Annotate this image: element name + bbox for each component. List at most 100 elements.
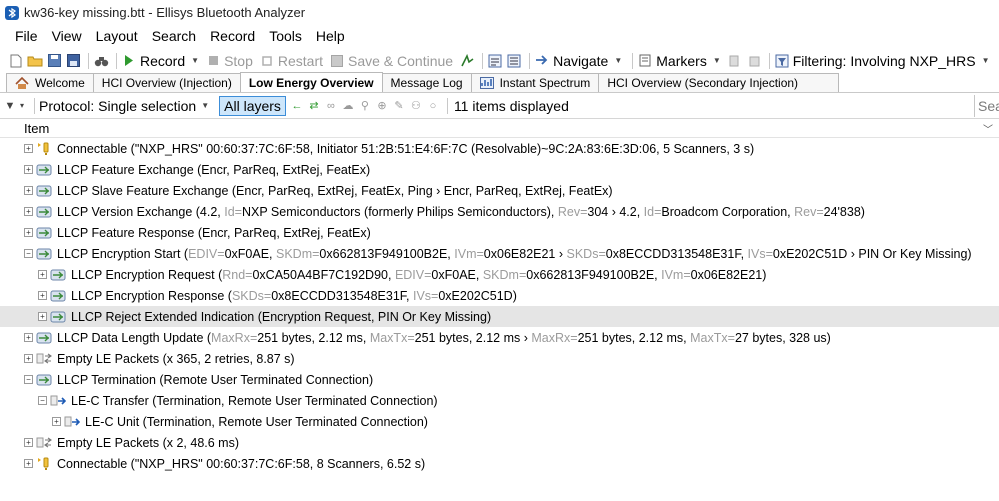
filter-icon[interactable] [774,53,790,69]
home-icon [15,76,29,90]
navigate-icon[interactable] [534,53,550,69]
tree-row[interactable]: + LLCP Feature Exchange (Encr, ParReq, Ex… [0,159,999,180]
restart-button[interactable]: Restart [278,53,323,69]
field-name: SKDm= [482,267,527,282]
tab-low-energy-overview[interactable]: Low Energy Overview [239,72,383,92]
tree-row[interactable]: + LLCP Version Exchange (4.2, Id=NXP Semi… [0,201,999,222]
chevron-down-icon[interactable]: ﹀ [983,121,993,136]
stop-icon[interactable] [205,53,221,69]
tree-row[interactable]: + LLCP Reject Extended Indication (Encryp… [0,306,999,327]
markers-dropdown-caret[interactable]: ▼ [713,56,721,65]
funnel-icon[interactable]: ▼ [3,99,17,113]
tree-row[interactable]: + LLCP Encryption Request (Rnd=0xCA50A4BF… [0,264,999,285]
save-icon[interactable] [46,53,62,69]
tree-row[interactable]: − LE-C Transfer (Termination, Remote User… [0,390,999,411]
row-text: NXP Semiconductors (formerly Philips Sem… [241,204,558,219]
tree-row[interactable]: + LLCP Slave Feature Exchange (Encr, ParR… [0,180,999,201]
tree-row[interactable]: + Empty LE Packets (x 365, 2 retries, 8.8… [0,348,999,369]
back-arrow-icon[interactable]: ← [290,99,304,113]
collapse-toggle-icon[interactable]: − [24,375,33,384]
menu-record[interactable]: Record [203,25,262,48]
key-icon[interactable]: ⚲ [358,99,372,113]
search-input[interactable]: Sea [974,95,999,117]
expand-toggle-icon[interactable]: + [38,270,47,279]
decode-alt-icon[interactable] [506,53,522,69]
new-file-icon[interactable] [8,53,24,69]
tree-row[interactable]: + Connectable ("NXP_HRS" 00:60:37:7C:6F:5… [0,138,999,159]
restart-icon[interactable] [259,53,275,69]
tree-row[interactable]: + LLCP Feature Response (Encr, ParReq, Ex… [0,222,999,243]
markers-icon[interactable] [637,53,653,69]
tab-hci-overview-secondary-injection[interactable]: HCI Overview (Secondary Injection) [598,73,840,92]
markers-button[interactable]: Markers [656,53,707,69]
tree-row[interactable]: + LE-C Unit (Termination, Remote User Ter… [0,411,999,432]
row-text: 0x8ECCDD313548E31F, [605,246,748,261]
all-layers-button[interactable]: All layers [219,95,286,116]
menu-help[interactable]: Help [309,25,352,48]
navigate-dropdown-caret[interactable]: ▼ [614,56,622,65]
swap-arrows-icon[interactable]: ⇄ [307,99,321,113]
tree-row[interactable]: + LLCP Data Length Update (MaxRx=251 byte… [0,327,999,348]
cloud-icon[interactable]: ☁ [341,99,355,113]
funnel-dropdown-caret[interactable]: ▾ [20,101,24,110]
record-dropdown-caret[interactable]: ▼ [191,56,199,65]
tree-row[interactable]: − LLCP Encryption Start (EDIV=0xF0AE, SKD… [0,243,999,264]
menu-tools[interactable]: Tools [262,25,309,48]
menu-search[interactable]: Search [145,25,203,48]
filter-separator [446,97,448,114]
row-text: 27 bytes, 328 us) [734,330,831,345]
decode-icon[interactable] [487,53,503,69]
collapse-toggle-icon[interactable]: − [24,249,33,258]
stop-button[interactable]: Stop [224,53,253,69]
llcp-message-icon [49,268,66,282]
menu-layout[interactable]: Layout [89,25,145,48]
protocol-dropdown-caret[interactable]: ▼ [201,101,209,110]
expand-toggle-icon[interactable]: + [24,459,33,468]
open-folder-icon[interactable] [27,53,43,69]
tree-row[interactable]: + LLCP Encryption Response (SKDs=0x8ECCDD… [0,285,999,306]
field-name: IVs= [412,288,439,303]
expand-toggle-icon[interactable]: + [24,186,33,195]
filtering-dropdown-caret[interactable]: ▼ [982,56,990,65]
tree-row[interactable]: − LLCP Termination (Remote User Terminate… [0,369,999,390]
people-icon[interactable]: ⚇ [409,99,423,113]
follow-icon[interactable] [459,53,475,69]
menu-view[interactable]: View [45,25,89,48]
expand-toggle-icon[interactable]: + [38,291,47,300]
marker-next-icon[interactable] [746,53,762,69]
lock-icon[interactable]: ⊕ [375,99,389,113]
column-header-item[interactable]: Item ﹀ [0,119,999,138]
filtering-button[interactable]: Filtering: Involving NXP_HRS [793,53,976,69]
tree-row[interactable]: + Empty LE Packets (x 2, 48.6 ms) [0,432,999,453]
tab-message-log[interactable]: Message Log [381,73,472,92]
save-all-icon[interactable] [65,53,81,69]
save-continue-icon[interactable] [329,53,345,69]
expand-toggle-icon[interactable]: + [38,312,47,321]
expand-toggle-icon[interactable]: + [24,144,33,153]
llcp-message-icon [49,310,66,324]
protocol-selector[interactable]: Protocol: Single selection [39,98,196,114]
expand-toggle-icon[interactable]: + [24,228,33,237]
record-button[interactable]: Record [140,53,185,69]
expand-toggle-icon[interactable]: + [24,333,33,342]
expand-toggle-icon[interactable]: + [52,417,61,426]
tree-row[interactable]: + Connectable ("NXP_HRS" 00:60:37:7C:6F:5… [0,453,999,474]
tab-hci-overview-injection[interactable]: HCI Overview (Injection) [92,73,241,92]
tab-welcome[interactable]: Welcome [6,73,94,92]
save-continue-button[interactable]: Save & Continue [348,53,453,69]
collapse-toggle-icon[interactable]: − [38,396,47,405]
expand-toggle-icon[interactable]: + [24,207,33,216]
find-binoculars-icon[interactable] [93,53,109,69]
navigate-button[interactable]: Navigate [553,53,608,69]
menu-file[interactable]: File [8,25,45,48]
link-icon[interactable]: ∞ [324,99,338,113]
expand-toggle-icon[interactable]: + [24,354,33,363]
record-play-icon[interactable] [121,53,137,69]
circle-icon[interactable]: ○ [426,99,440,113]
tab-instant-spectrum[interactable]: Instant Spectrum [470,73,600,92]
expand-toggle-icon[interactable]: + [24,165,33,174]
pen-icon[interactable]: ✎ [392,99,406,113]
marker-previous-icon[interactable] [727,53,743,69]
expand-toggle-icon[interactable]: + [24,438,33,447]
field-name: IVm= [661,267,691,282]
